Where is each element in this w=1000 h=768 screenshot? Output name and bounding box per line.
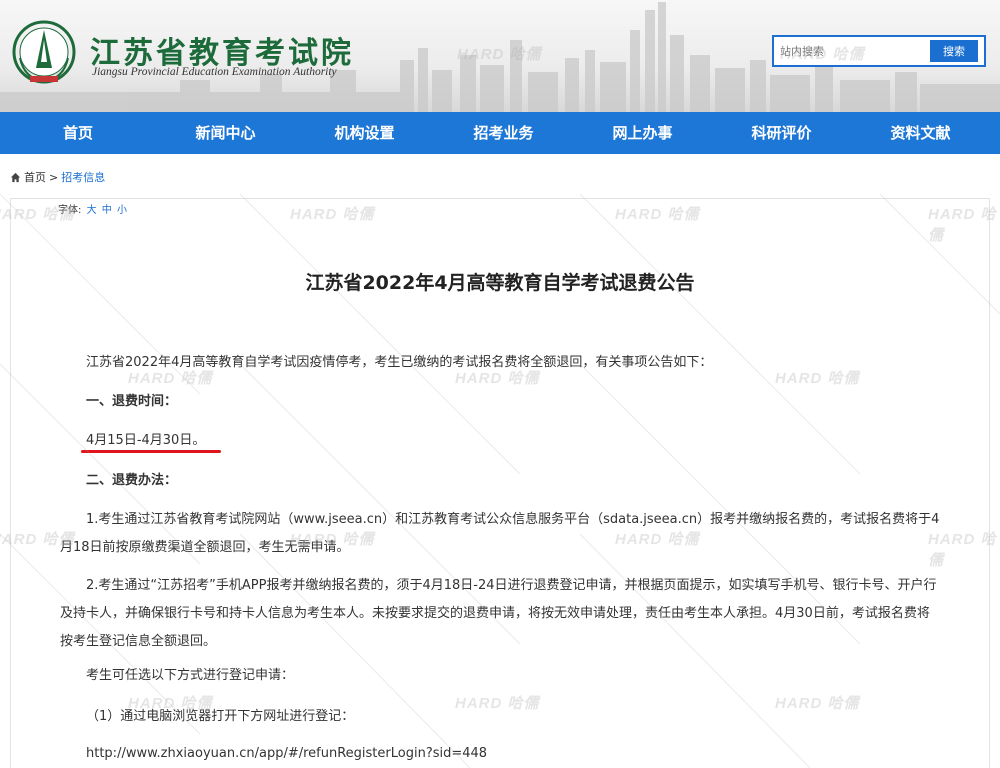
nav-item-home[interactable]: 首页: [0, 112, 156, 154]
search-button[interactable]: 搜索: [930, 40, 978, 62]
nav-item-organization[interactable]: 机构设置: [295, 112, 434, 154]
section2-heading: 二、退费办法：: [86, 473, 178, 488]
main-nav: 首页 新闻中心 机构设置 招考业务 网上办事 科研评价 资料文献: [0, 112, 1000, 154]
breadcrumb-current[interactable]: 招考信息: [61, 169, 105, 185]
nav-item-documents[interactable]: 资料文献: [851, 112, 990, 154]
font-size-small[interactable]: 小: [117, 205, 127, 216]
nav-item-news[interactable]: 新闻中心: [156, 112, 295, 154]
breadcrumb-separator: >: [49, 170, 59, 184]
font-size-label: 字体:: [58, 205, 82, 216]
registration-url[interactable]: http://www.zhxiaoyuan.cn/app/#/refunRegi…: [60, 740, 940, 768]
option1: （1）通过电脑浏览器打开下方网址进行登记：: [86, 709, 355, 724]
nav-item-research[interactable]: 科研评价: [712, 112, 851, 154]
search-box: 搜索: [772, 35, 986, 67]
home-icon: [10, 172, 21, 182]
section2-item1: 1.考生通过江苏省教育考试院网站（www.jseea.cn）和江苏教育考试公众信…: [60, 512, 940, 555]
highlight-underline: [81, 450, 221, 453]
search-input[interactable]: [780, 44, 930, 58]
section1-heading: 一、退费时间：: [86, 394, 178, 409]
breadcrumb-home[interactable]: 首页: [24, 169, 46, 185]
font-size-control: 字体: 大 中 小: [58, 201, 127, 216]
nav-item-online-services[interactable]: 网上办事: [573, 112, 712, 154]
breadcrumb: 首页 > 招考信息: [10, 169, 105, 185]
site-header: 江苏省教育考试院 Jiangsu Provincial Education Ex…: [0, 0, 1000, 112]
font-size-large[interactable]: 大: [87, 205, 97, 216]
exam-authority-emblem-icon: [12, 20, 76, 84]
nav-item-admissions[interactable]: 招考业务: [434, 112, 573, 154]
article-intro: 江苏省2022年4月高等教育自学考试因疫情停考，考生已缴纳的考试报名费将全额退回…: [86, 355, 713, 370]
article-title: 江苏省2022年4月高等教育自学考试退费公告: [305, 272, 695, 294]
site-subtitle: Jiangsu Provincial Education Examination…: [92, 66, 337, 78]
options-intro: 考生可任选以下方式进行登记申请：: [86, 668, 295, 683]
section2-item2: 2.考生通过“江苏招考”手机APP报考并缴纳报名费的，须于4月18日-24日进行…: [60, 578, 937, 649]
font-size-medium[interactable]: 中: [102, 205, 112, 216]
